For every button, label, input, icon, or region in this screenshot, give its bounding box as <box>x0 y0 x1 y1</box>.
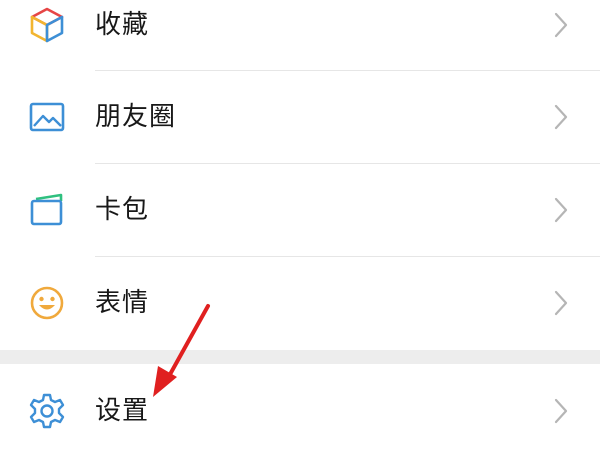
menu-row-favorites[interactable]: 收藏 <box>0 0 600 71</box>
menu-row-moments[interactable]: 朋友圈 <box>0 71 600 163</box>
chevron-right-icon <box>552 289 570 317</box>
menu-row-stickers[interactable]: 表情 <box>0 257 600 349</box>
menu-row-card-wallet-label: 卡包 <box>95 195 150 225</box>
card-wallet-icon <box>28 191 66 229</box>
menu-row-favorites-label: 收藏 <box>95 10 150 40</box>
section-separator <box>0 350 600 364</box>
chevron-right-icon <box>552 397 570 425</box>
menu-row-stickers-label: 表情 <box>95 288 150 318</box>
menu-row-moments-label: 朋友圈 <box>95 102 177 132</box>
me-page-menu: 收藏 朋友圈 卡包 表情 设置 <box>0 0 600 450</box>
chevron-right-icon <box>552 103 570 131</box>
settings-gear-icon <box>28 392 66 430</box>
favorites-cube-icon <box>28 6 66 44</box>
moments-photo-icon <box>28 98 66 136</box>
chevron-right-icon <box>552 11 570 39</box>
menu-row-settings[interactable]: 设置 <box>0 364 600 450</box>
menu-row-card-wallet[interactable]: 卡包 <box>0 164 600 256</box>
menu-row-settings-label: 设置 <box>95 396 150 426</box>
chevron-right-icon <box>552 196 570 224</box>
sticker-smiley-icon <box>28 284 66 322</box>
